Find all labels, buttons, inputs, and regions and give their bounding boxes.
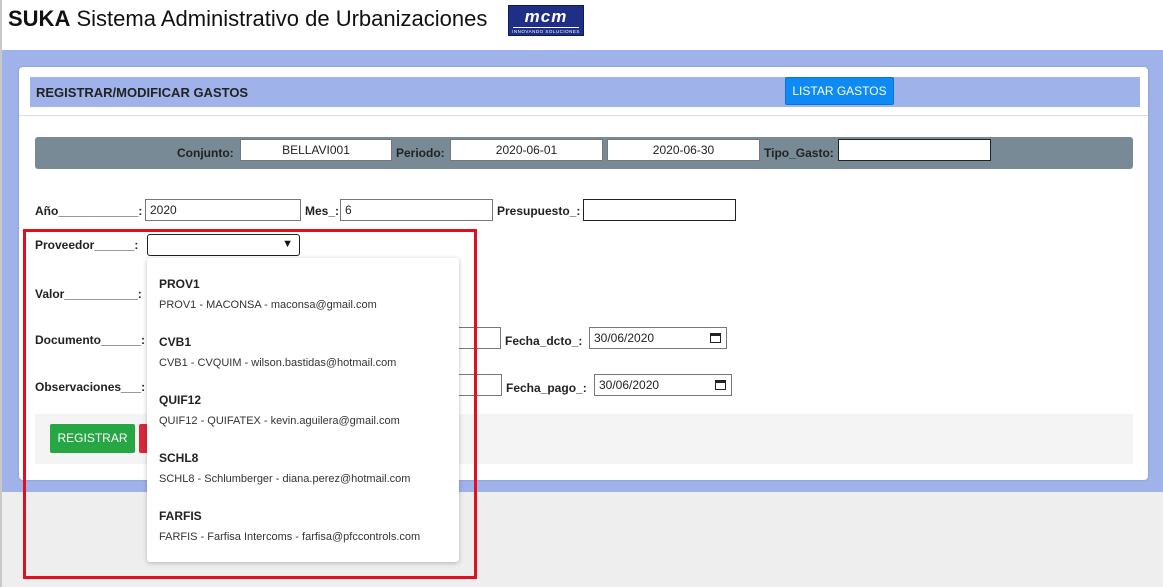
- option-code: PROV1: [159, 277, 200, 291]
- mes-label: Mes_:: [305, 204, 340, 218]
- option-detail: QUIF12 - QUIFATEX - kevin.aguilera@gmail…: [159, 415, 400, 427]
- fecha-pago-value: 30/06/2020: [599, 378, 660, 392]
- list-expenses-button[interactable]: LISTAR GASTOS: [785, 77, 894, 105]
- proveedor-option[interactable]: CVB1 CVB1 - CVQUIM - wilson.bastidas@hot…: [159, 335, 454, 369]
- option-code: SCHL8: [159, 451, 199, 465]
- divider: [19, 115, 1148, 116]
- anio-label: Año____________:: [35, 204, 143, 218]
- option-detail: FARFIS - Farfisa Intercoms - farfisa@pfc…: [159, 531, 421, 543]
- proveedor-select[interactable]: ▼: [147, 234, 300, 256]
- tipo-gasto-input[interactable]: [838, 139, 991, 161]
- anio-input[interactable]: 2020: [145, 199, 301, 221]
- calendar-icon[interactable]: [710, 333, 721, 343]
- chevron-down-icon: ▼: [282, 238, 293, 250]
- presupuesto-input[interactable]: [583, 199, 736, 221]
- option-detail: PROV1 - MACONSA - maconsa@gmail.com: [159, 299, 377, 311]
- fecha-dcto-input[interactable]: 30/06/2020: [589, 327, 727, 349]
- logo-divider: [513, 27, 579, 28]
- proveedor-dropdown: PROV1 PROV1 - MACONSA - maconsa@gmail.co…: [147, 258, 459, 562]
- app-title-text: Sistema Administrativo de Urbanizaciones: [76, 6, 488, 31]
- option-code: QUIF12: [159, 393, 202, 407]
- calendar-icon[interactable]: [715, 380, 726, 390]
- company-logo: mcm INNOVANDO SOLUCIONES: [508, 5, 584, 36]
- option-detail: CVB1 - CVQUIM - wilson.bastidas@hotmail.…: [159, 357, 397, 369]
- valor-label: Valor___________:: [35, 287, 142, 301]
- card-header: REGISTRAR/MODIFICAR GASTOS LISTAR GASTOS: [30, 77, 1140, 107]
- periodo-start-input[interactable]: 2020-06-01: [450, 139, 603, 161]
- register-button[interactable]: REGISTRAR: [50, 424, 135, 453]
- card-title: REGISTRAR/MODIFICAR GASTOS: [36, 85, 249, 100]
- option-code: CVB1: [159, 335, 192, 349]
- conjunto-input[interactable]: BELLAVI001: [240, 139, 392, 161]
- proveedor-option[interactable]: QUIF12 QUIF12 - QUIFATEX - kevin.aguiler…: [159, 393, 454, 427]
- fecha-pago-label: Fecha_pago_:: [506, 381, 587, 395]
- conjunto-label: Conjunto:: [177, 146, 234, 160]
- fecha-dcto-label: Fecha_dcto_:: [505, 334, 583, 348]
- filter-bar: Conjunto: BELLAVI001 Periodo: 2020-06-01…: [35, 137, 1133, 169]
- logo-tagline: INNOVANDO SOLUCIONES: [512, 29, 580, 34]
- proveedor-option[interactable]: FARFIS FARFIS - Farfisa Intercoms - farf…: [159, 509, 454, 543]
- option-detail: SCHL8 - Schlumberger - diana.perez@hotma…: [159, 473, 411, 485]
- fecha-pago-input[interactable]: 30/06/2020: [594, 374, 732, 396]
- proveedor-label: Proveedor______:: [35, 238, 139, 252]
- mes-input[interactable]: 6: [340, 199, 493, 221]
- observaciones-label: Observaciones___:: [35, 380, 146, 394]
- app-header: SUKA Sistema Administrativo de Urbanizac…: [0, 0, 1163, 50]
- proveedor-option[interactable]: PROV1 PROV1 - MACONSA - maconsa@gmail.co…: [159, 277, 454, 311]
- app-title: SUKA Sistema Administrativo de Urbanizac…: [8, 6, 487, 32]
- app-brand: SUKA: [8, 6, 71, 31]
- documento-label: Documento______:: [35, 333, 146, 347]
- presupuesto-label: Presupuesto_:: [497, 204, 581, 218]
- periodo-label: Periodo:: [396, 146, 445, 160]
- periodo-end-input[interactable]: 2020-06-30: [607, 139, 760, 161]
- logo-text: mcm: [524, 7, 568, 26]
- fecha-dcto-value: 30/06/2020: [594, 331, 655, 345]
- tipo-gasto-label: Tipo_Gasto:: [764, 146, 834, 160]
- proveedor-option[interactable]: SCHL8 SCHL8 - Schlumberger - diana.perez…: [159, 451, 454, 485]
- option-code: FARFIS: [159, 509, 202, 523]
